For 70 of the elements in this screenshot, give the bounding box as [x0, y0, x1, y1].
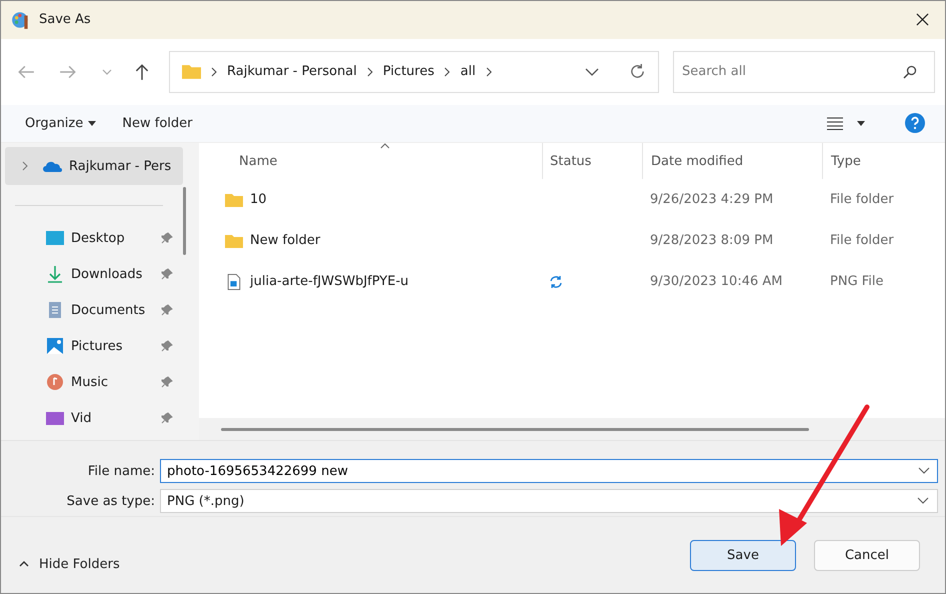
pin-icon[interactable]	[161, 304, 173, 316]
cancel-button[interactable]: Cancel	[814, 540, 920, 570]
sidebar-item[interactable]: Rajkumar - Pers	[5, 147, 183, 186]
column-header[interactable]: Name	[199, 143, 542, 180]
address-bar[interactable]: Rajkumar - Personal Pictures all	[169, 50, 659, 93]
sidebar-item[interactable]: Music	[5, 364, 183, 400]
file-name[interactable]: New folder	[250, 233, 320, 248]
breadcrumb[interactable]: Pictures	[382, 64, 434, 80]
search-field[interactable]: Search all	[673, 50, 935, 93]
music-note-icon	[45, 373, 65, 392]
pin-icon[interactable]	[161, 412, 173, 424]
sidebar-item[interactable]: Pictures	[5, 328, 183, 364]
chevron-right-icon	[210, 66, 218, 77]
new-folder-button[interactable]: New folder	[112, 112, 202, 135]
sidebar-item[interactable]: Downloads	[5, 256, 183, 292]
folder-icon	[225, 232, 243, 249]
chevron-right-icon	[366, 66, 374, 77]
folder-icon	[182, 64, 201, 80]
help-icon[interactable]	[905, 113, 925, 134]
pin-icon[interactable]	[161, 376, 173, 388]
file-type: PNG File	[829, 274, 884, 290]
file-type-dropdown[interactable]: PNG (*.png)	[160, 489, 938, 513]
chevron-up-icon	[19, 561, 29, 567]
breadcrumb[interactable]: Rajkumar - Personal	[227, 64, 357, 80]
image-file-icon	[225, 274, 243, 290]
pin-icon[interactable]	[161, 268, 173, 280]
file-type: File folder	[829, 192, 894, 208]
video-icon	[45, 409, 65, 428]
field-label: Save as type:	[66, 494, 156, 508]
column-header[interactable]: Status	[542, 143, 642, 180]
hide-folders-button[interactable]: Hide Folders	[13, 556, 126, 572]
picture-icon	[45, 337, 65, 356]
chevron-down-icon[interactable]	[918, 467, 930, 475]
search-icon	[903, 64, 917, 79]
refresh-icon[interactable]	[629, 63, 646, 80]
up-arrow-icon[interactable]	[133, 62, 151, 81]
caret-down-icon[interactable]	[857, 120, 865, 126]
scrollbar-thumb[interactable]	[183, 187, 186, 256]
date-modified: 9/30/2023 10:46 AM	[649, 274, 784, 290]
desktop-icon	[45, 229, 65, 248]
column-header[interactable]: Date modified	[642, 143, 822, 180]
file-name[interactable]: julia-arte-fJWSWbJfPYE-u	[250, 274, 409, 290]
pin-icon[interactable]	[161, 232, 173, 244]
sidebar-item[interactable]: Documents	[5, 292, 183, 328]
sidebar-item[interactable]: Vid	[5, 400, 183, 436]
chevron-right-icon[interactable]	[21, 161, 29, 172]
window-title: Save As	[39, 12, 92, 28]
field-label: File name:	[86, 464, 156, 478]
file-name[interactable]: 10	[250, 192, 267, 208]
chevron-right-icon	[443, 66, 452, 77]
download-arrow-icon	[45, 265, 65, 284]
chevron-down-icon[interactable]	[585, 66, 599, 77]
organize-button[interactable]: Organize	[15, 112, 106, 135]
chevron-right-icon	[484, 66, 493, 77]
folder-icon	[225, 192, 243, 208]
file-type: File folder	[829, 233, 894, 248]
list-view-icon[interactable]	[827, 116, 843, 130]
date-modified: 9/28/2023 8:09 PM	[649, 233, 774, 248]
scrollbar-thumb[interactable]	[221, 428, 809, 430]
breadcrumb[interactable]: all	[460, 64, 476, 80]
sort-caret-icon	[380, 143, 390, 150]
file-name-field[interactable]: photo-1695653422699 new	[160, 459, 938, 483]
chevron-down-icon	[917, 497, 929, 505]
save-button[interactable]: Save	[690, 540, 796, 570]
column-header[interactable]: Type	[822, 143, 861, 180]
close-icon[interactable]	[916, 13, 929, 26]
date-modified: 9/26/2023 4:29 PM	[649, 192, 774, 208]
sidebar-item[interactable]: Desktop	[5, 220, 183, 256]
pin-icon[interactable]	[161, 340, 173, 352]
caret-down-icon	[88, 120, 96, 126]
